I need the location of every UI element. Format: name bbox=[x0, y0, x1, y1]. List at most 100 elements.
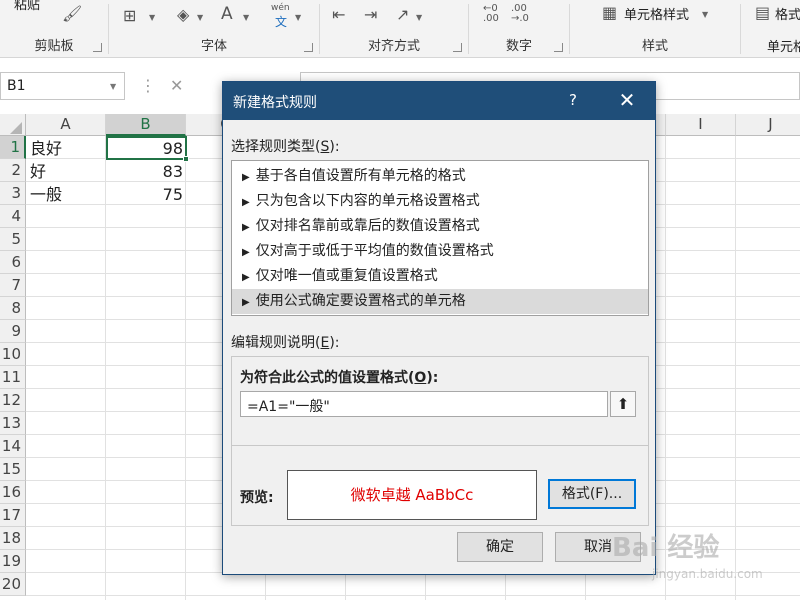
rule-type-label: 仅对排名靠前或靠后的数值设置格式 bbox=[255, 218, 480, 234]
formula-bar-grip-icon: ⋮ bbox=[140, 76, 156, 95]
close-button[interactable]: ✕ bbox=[615, 88, 639, 112]
phonetic-dropdown-icon[interactable]: ▼ bbox=[295, 13, 301, 22]
name-box-dropdown-icon[interactable]: ▼ bbox=[110, 82, 116, 91]
phonetic-icon[interactable]: 文 bbox=[275, 13, 287, 30]
row-header-20[interactable]: 20 bbox=[0, 573, 26, 596]
fill-color-icon[interactable]: ◈ bbox=[177, 7, 189, 23]
row-header-15[interactable]: 15 bbox=[0, 458, 26, 481]
orientation-dropdown-icon[interactable]: ▼ bbox=[416, 13, 422, 22]
cell-styles-dropdown-icon[interactable]: ▼ bbox=[702, 10, 708, 19]
font-group: ⊞ ▼ ◈ ▼ A ▼ wén 文 ▼ 字体 bbox=[109, 0, 319, 58]
row-header-10[interactable]: 10 bbox=[0, 343, 26, 366]
cell-b3[interactable]: 75 bbox=[106, 183, 186, 206]
expand-arrow-icon: ▶ bbox=[242, 222, 250, 233]
font-color-icon[interactable]: A bbox=[221, 4, 233, 24]
formula-label: 为符合此公式的值设置格式(O): bbox=[240, 370, 439, 386]
row-header-9[interactable]: 9 bbox=[0, 320, 26, 343]
row-header-5[interactable]: 5 bbox=[0, 228, 26, 251]
collapse-dialog-icon[interactable]: ⬆ bbox=[610, 391, 636, 417]
orientation-icon[interactable]: ↗ bbox=[396, 7, 409, 23]
paste-button[interactable]: 粘贴 bbox=[14, 0, 40, 13]
cell-a3[interactable]: 一般 bbox=[27, 183, 105, 206]
format-preview: 微软卓越 AaBbCc bbox=[287, 470, 537, 520]
clipboard-group-label: 剪贴板 bbox=[34, 39, 74, 54]
row-header-14[interactable]: 14 bbox=[0, 435, 26, 458]
row-header-6[interactable]: 6 bbox=[0, 251, 26, 274]
styles-group-label: 样式 bbox=[641, 39, 668, 54]
row-header-16[interactable]: 16 bbox=[0, 481, 26, 504]
row-header-18[interactable]: 18 bbox=[0, 527, 26, 550]
select-all-icon bbox=[10, 122, 22, 134]
decrease-indent-icon[interactable]: ⇤ bbox=[332, 7, 345, 23]
row-header-7[interactable]: 7 bbox=[0, 274, 26, 297]
styles-group: ▦ 单元格样式 ▼ 样式 bbox=[570, 0, 740, 58]
format-cells-icon[interactable]: ▤ bbox=[755, 5, 770, 21]
column-header-a[interactable]: A bbox=[26, 114, 106, 136]
dialog-title: 新建格式规则 bbox=[233, 95, 317, 111]
formula-input-field[interactable]: =A1="一般" bbox=[240, 391, 608, 417]
cell-a1[interactable]: 良好 bbox=[27, 137, 105, 160]
row-header-3[interactable]: 3 bbox=[0, 182, 26, 205]
row-header-8[interactable]: 8 bbox=[0, 297, 26, 320]
column-header-j[interactable]: J bbox=[736, 114, 800, 136]
rule-type-label: 使用公式确定要设置格式的单元格 bbox=[255, 293, 466, 309]
rule-type-item[interactable]: ▶ 仅对高于或低于平均值的数值设置格式 bbox=[232, 239, 648, 264]
phonetic-label: wén bbox=[271, 3, 290, 13]
font-color-dropdown-icon[interactable]: ▼ bbox=[243, 13, 249, 22]
alignment-launcher-icon[interactable] bbox=[453, 43, 462, 52]
name-box[interactable]: B1 bbox=[0, 72, 125, 100]
row-header-19[interactable]: 19 bbox=[0, 550, 26, 573]
font-group-label: 字体 bbox=[200, 39, 227, 54]
baidu-watermark: Bai 经验 jingyan.baidu.com bbox=[612, 527, 792, 597]
column-header-b[interactable]: B bbox=[106, 114, 186, 136]
ok-button[interactable]: 确定 bbox=[457, 532, 543, 562]
borders-dropdown-icon[interactable]: ▼ bbox=[149, 13, 155, 22]
rule-type-label: 只为包含以下内容的单元格设置格式 bbox=[255, 193, 480, 209]
fill-color-dropdown-icon[interactable]: ▼ bbox=[197, 13, 203, 22]
number-launcher-icon[interactable] bbox=[554, 43, 563, 52]
expand-arrow-icon: ▶ bbox=[242, 197, 250, 208]
row-header-1[interactable]: 1 bbox=[0, 136, 26, 159]
fill-handle[interactable] bbox=[183, 156, 189, 162]
increase-indent-icon[interactable]: ⇥ bbox=[364, 7, 377, 23]
font-launcher-icon[interactable] bbox=[304, 43, 313, 52]
active-cell-border bbox=[106, 136, 187, 160]
rule-type-label: 选择规则类型(S): bbox=[231, 139, 340, 155]
dialog-title-bar[interactable]: 新建格式规则 ? ✕ bbox=[223, 82, 655, 120]
expand-arrow-icon: ▶ bbox=[242, 247, 250, 258]
row-header-17[interactable]: 17 bbox=[0, 504, 26, 527]
cell-a2[interactable]: 好 bbox=[27, 160, 105, 183]
clipboard-launcher-icon[interactable] bbox=[93, 43, 102, 52]
watermark-url: jingyan.baidu.com bbox=[652, 567, 763, 581]
decrease-decimal-icon[interactable]: .00 →.0 bbox=[511, 4, 529, 24]
cell-b2[interactable]: 83 bbox=[106, 160, 186, 183]
row-header-4[interactable]: 4 bbox=[0, 205, 26, 228]
format-button[interactable]: 格式(F)... bbox=[548, 479, 636, 509]
row-header-2[interactable]: 2 bbox=[0, 159, 26, 182]
row-header-13[interactable]: 13 bbox=[0, 412, 26, 435]
cells-group: ▤ 格式 单元格 bbox=[741, 0, 800, 58]
cell-styles-button[interactable]: 单元格样式 bbox=[624, 4, 689, 23]
format-button[interactable]: 格式 bbox=[775, 4, 800, 23]
borders-icon[interactable]: ⊞ bbox=[123, 8, 136, 24]
help-button[interactable]: ? bbox=[563, 90, 583, 110]
cancel-entry-icon[interactable]: ✕ bbox=[170, 76, 183, 95]
cell-styles-icon[interactable]: ▦ bbox=[602, 5, 617, 21]
rule-type-list[interactable]: ▶ 基于各自值设置所有单元格的格式 ▶ 只为包含以下内容的单元格设置格式 ▶ 仅对排名靠前… bbox=[231, 160, 649, 316]
format-painter-icon[interactable]: 🖌 bbox=[62, 6, 82, 22]
rule-type-label: 基于各自值设置所有单元格的格式 bbox=[255, 168, 466, 184]
new-formatting-rule-dialog: 新建格式规则 ? ✕ 选择规则类型(S): ▶ 基于各自值设置所有单元格的格式 ▶ 只… bbox=[222, 81, 656, 575]
expand-arrow-icon: ▶ bbox=[242, 172, 250, 183]
rule-type-item[interactable]: ▶ 仅对唯一值或重复值设置格式 bbox=[232, 264, 648, 289]
rule-type-item[interactable]: ▶ 只为包含以下内容的单元格设置格式 bbox=[232, 189, 648, 214]
rule-type-item[interactable]: ▶ 基于各自值设置所有单元格的格式 bbox=[232, 164, 648, 189]
row-header-12[interactable]: 12 bbox=[0, 389, 26, 412]
rule-type-item[interactable]: ▶ 仅对排名靠前或靠后的数值设置格式 bbox=[232, 214, 648, 239]
preview-label: 预览: bbox=[240, 490, 274, 506]
ribbon: 粘贴 🖌 剪贴板 ⊞ ▼ ◈ ▼ A ▼ wén 文 ▼ 字体 ⇤ ⇥ ↗ ▼ … bbox=[0, 0, 800, 58]
alignment-group-label: 对齐方式 bbox=[367, 39, 420, 54]
rule-type-item[interactable]: ▶ 使用公式确定要设置格式的单元格 bbox=[232, 289, 648, 314]
row-header-11[interactable]: 11 bbox=[0, 366, 26, 389]
column-header-i[interactable]: I bbox=[666, 114, 736, 136]
increase-decimal-icon[interactable]: ←0.00 bbox=[483, 4, 499, 24]
